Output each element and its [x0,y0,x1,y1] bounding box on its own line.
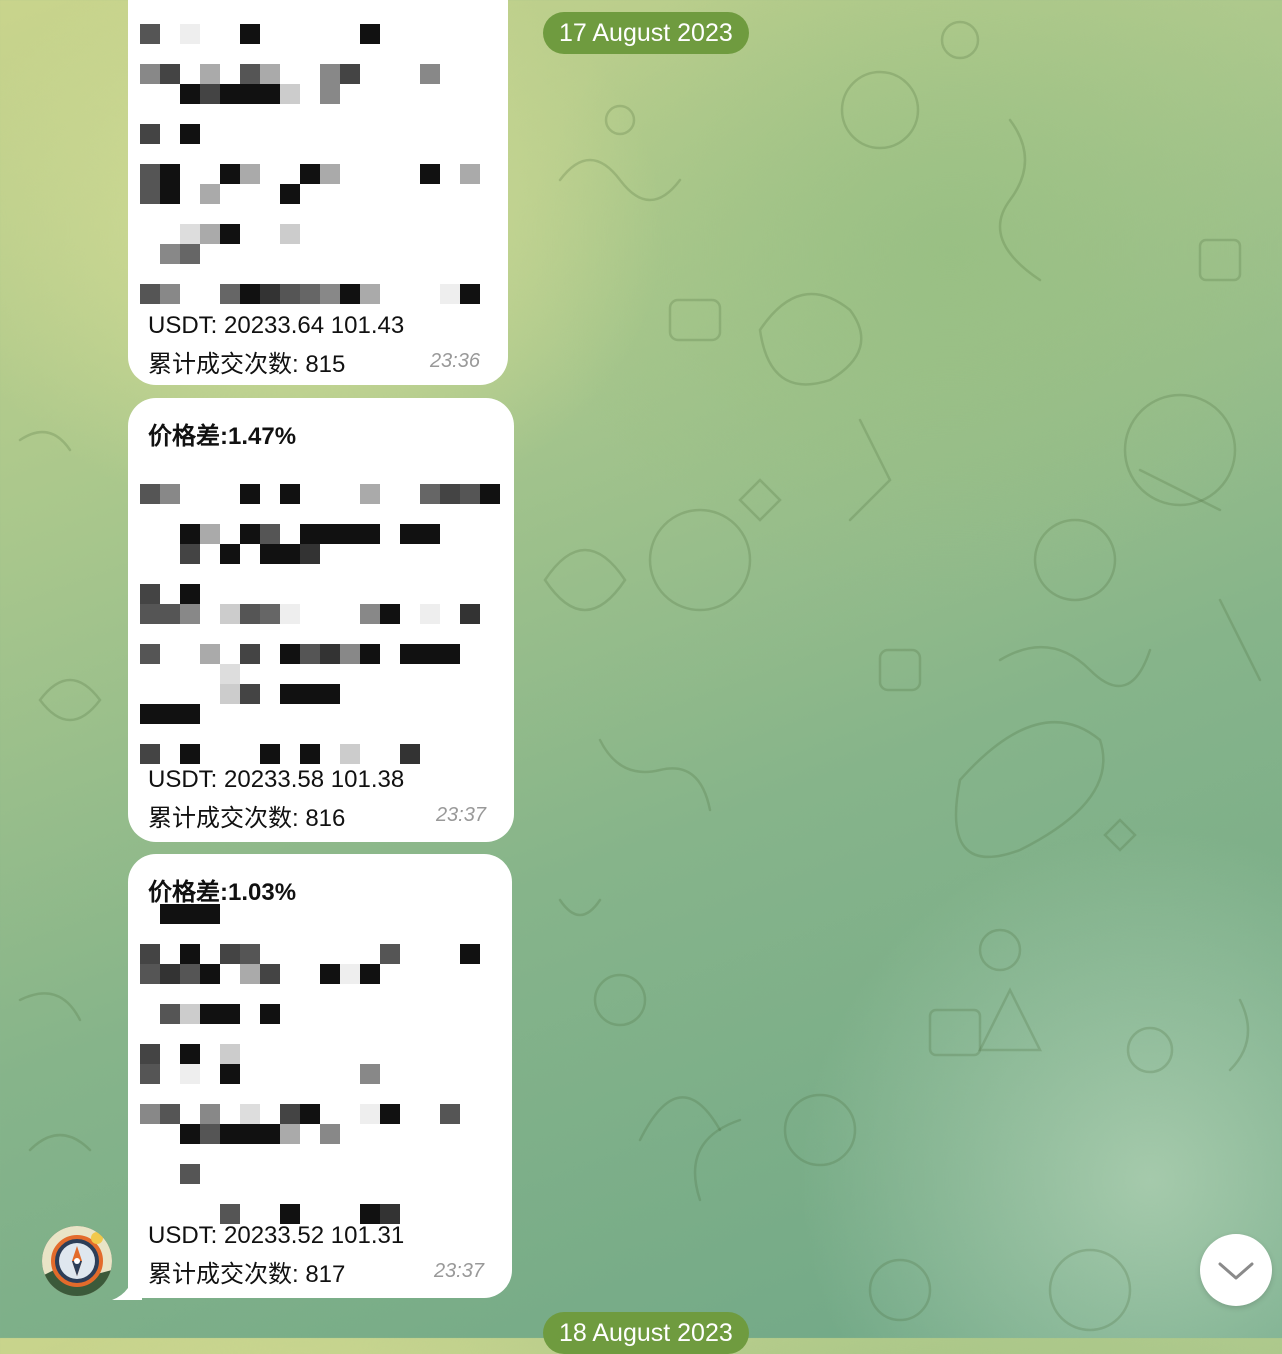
price-diff-header: 价格差:1.47% [148,423,297,450]
usdt-price-line: USDT: 20233.64 101.43 [148,312,405,339]
scroll-to-bottom-button[interactable] [1200,1234,1272,1306]
message-bubble[interactable]: 价格差:1.47% USDT: 20233.58 101.38 累计成交次数: … [128,398,514,842]
price-diff-header: 价格差:1.03% [148,879,297,906]
date-separator: 17 August 2023 [543,12,749,54]
trade-count-line: 累计成交次数: 815 [148,351,346,378]
message-time: 23:37 [433,1260,484,1282]
date-separator: 18 August 2023 [543,1312,749,1354]
sender-avatar[interactable] [42,1226,112,1296]
message-bubble[interactable]: USDT: 20233.64 101.43 累计成交次数: 815 23:36 [128,0,508,385]
usdt-price-line: USDT: 20233.58 101.38 [148,766,405,793]
chevron-down-icon [1218,1262,1254,1280]
trade-count-line: 累计成交次数: 816 [148,805,346,832]
compass-icon [42,1226,112,1296]
message-time: 23:37 [435,804,486,826]
message-time: 23:36 [429,350,480,372]
usdt-price-line: USDT: 20233.52 101.31 [148,1222,405,1249]
bubble-tail [112,1276,142,1300]
message-bubble[interactable]: 价格差:1.03% USDT: 20233.52 101.31 累计成交次数: … [128,854,512,1298]
trade-count-line: 累计成交次数: 817 [148,1261,346,1288]
